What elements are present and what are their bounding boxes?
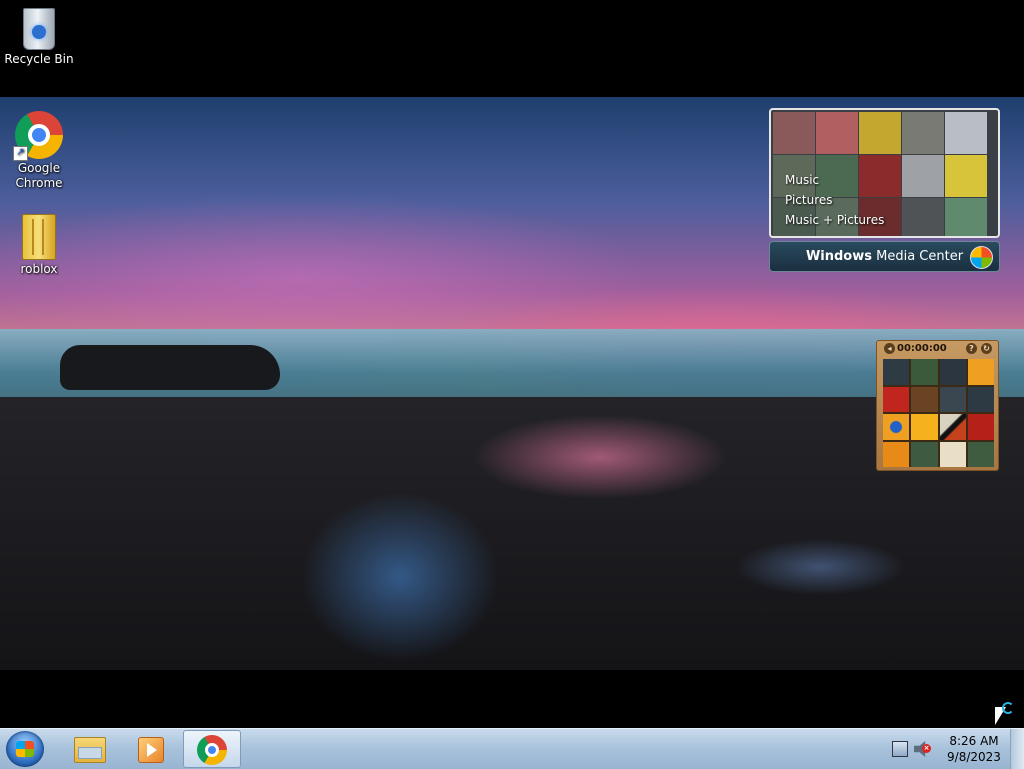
puzzle-shuffle-icon[interactable]: ↻ (981, 343, 992, 354)
puzzle-tile[interactable] (911, 441, 938, 467)
media-center-music-pictures-link[interactable]: Music + Pictures (785, 210, 884, 230)
puzzle-tile[interactable] (967, 441, 994, 467)
puzzle-tile[interactable] (883, 414, 910, 440)
desktop-icon-label: Google Chrome (15, 161, 63, 190)
puzzle-tile[interactable] (911, 386, 938, 412)
puzzle-tile[interactable] (967, 414, 994, 440)
puzzle-tile[interactable] (939, 359, 966, 385)
media-tile (902, 198, 944, 236)
media-center-preview-panel: Music Pictures Music + Pictures (769, 108, 1000, 238)
puzzle-tile[interactable] (883, 386, 910, 412)
media-center-brand-bold: Windows (805, 249, 872, 264)
puzzle-header: ◂ 00:00:00 ? ↻ (877, 341, 998, 357)
puzzle-back-icon[interactable]: ◂ (884, 343, 895, 354)
desktop-icon-label: roblox (20, 262, 58, 276)
taskbar-windows-explorer[interactable] (60, 730, 118, 768)
taskbar-clock[interactable]: 8:26 AM 9/8/2023 (944, 733, 1004, 765)
taskbar-windows-media-player[interactable] (121, 730, 179, 768)
puzzle-timer[interactable]: 00:00:00 (897, 341, 947, 357)
start-button[interactable] (6, 731, 44, 767)
puzzle-tile[interactable] (967, 359, 994, 385)
puzzle-tile[interactable] (939, 441, 966, 467)
media-tile (816, 112, 858, 154)
puzzle-grid (883, 359, 994, 467)
clock-date: 9/8/2023 (947, 750, 1001, 764)
media-center-brand-rest: Media Center (871, 249, 964, 264)
media-tile (859, 112, 901, 154)
media-tile (902, 155, 944, 197)
puzzle-tile[interactable] (911, 359, 938, 385)
wallpaper-foreground-rocks (0, 397, 1024, 670)
media-tile (945, 155, 987, 197)
busy-spinner-icon (1002, 702, 1014, 714)
media-tile (945, 198, 987, 236)
puzzle-tile[interactable] (883, 441, 910, 467)
wallpaper-rock (60, 345, 280, 390)
media-center-pictures-link[interactable]: Pictures (785, 190, 884, 210)
desktop-icon-recycle-bin[interactable]: Recycle Bin (1, 8, 77, 67)
chrome-icon: ↗ (13, 111, 63, 161)
puzzle-tile[interactable] (883, 359, 910, 385)
media-tile (773, 112, 815, 154)
show-desktop-button[interactable] (1010, 729, 1024, 769)
folder-icon (74, 737, 106, 763)
media-center-music-link[interactable]: Music (785, 170, 884, 190)
media-center-menu: Music Pictures Music + Pictures (785, 170, 884, 230)
recycle-bin-icon (23, 8, 55, 50)
taskbar-google-chrome[interactable] (183, 730, 241, 768)
folder-icon (22, 214, 56, 260)
media-tile (902, 112, 944, 154)
picture-puzzle-gadget[interactable]: ◂ 00:00:00 ? ↻ (876, 340, 999, 471)
media-center-launch-bar[interactable]: Windows Media Center (769, 241, 1000, 272)
windows-logo-icon (970, 246, 993, 269)
shortcut-arrow-icon: ↗ (13, 146, 28, 161)
clock-time: 8:26 AM (949, 734, 999, 748)
desktop-icon-google-chrome[interactable]: ↗ Google Chrome (1, 111, 77, 191)
desktop-icon-roblox[interactable]: roblox (1, 214, 77, 277)
media-player-icon (138, 737, 164, 763)
puzzle-tile[interactable] (939, 414, 966, 440)
mute-badge-icon: × (922, 744, 931, 753)
puzzle-tile[interactable] (967, 386, 994, 412)
puzzle-help-icon[interactable]: ? (966, 343, 977, 354)
network-icon[interactable] (892, 741, 908, 757)
media-center-gadget[interactable]: Music Pictures Music + Pictures Windows … (769, 108, 1000, 272)
taskbar: 8:26 AM 9/8/2023 (0, 728, 1024, 769)
media-tile (945, 112, 987, 154)
windows-logo-icon (16, 741, 34, 757)
desktop-icon-label: Recycle Bin (4, 52, 74, 66)
puzzle-tile[interactable] (911, 414, 938, 440)
chrome-icon (197, 735, 227, 765)
puzzle-tile[interactable] (939, 386, 966, 412)
